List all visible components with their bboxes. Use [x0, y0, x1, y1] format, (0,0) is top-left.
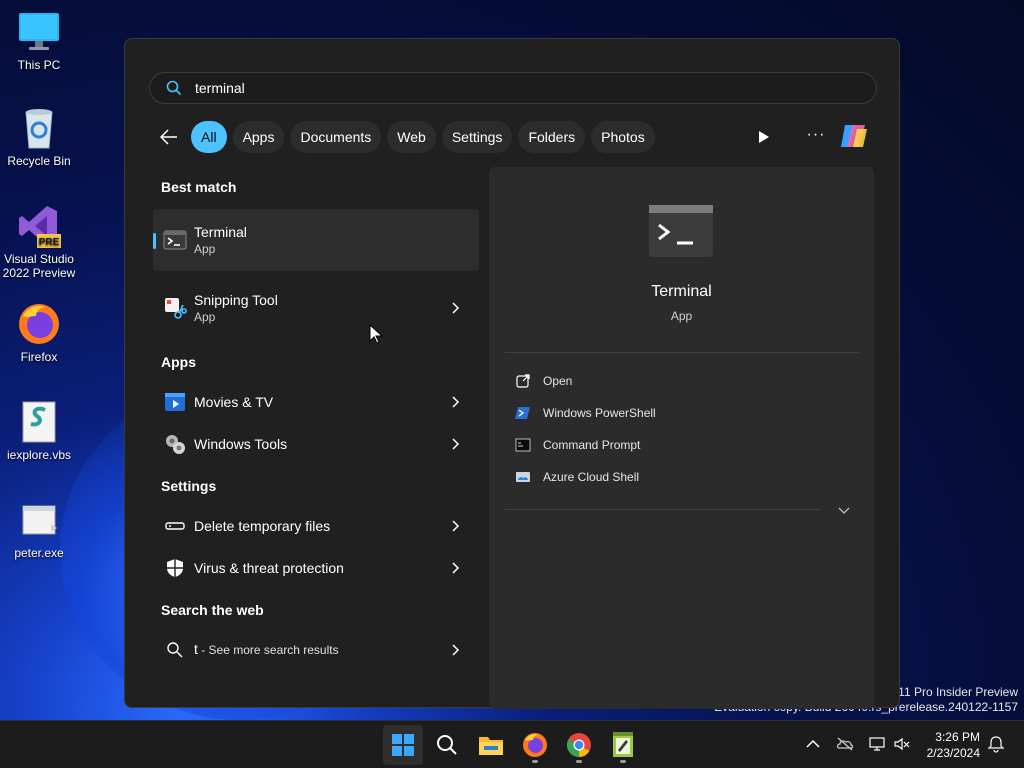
chevron-right-icon [452, 562, 460, 574]
desktop-icon-peter[interactable]: peter.exe [1, 498, 77, 560]
chevron-right-icon [452, 644, 460, 656]
copilot-icon[interactable] [837, 121, 871, 151]
desktop-icon-label: Firefox [20, 350, 58, 364]
running-indicator [532, 760, 538, 763]
search-box[interactable] [149, 72, 877, 104]
desktop-icon-recycle-bin[interactable]: Recycle Bin [1, 106, 77, 168]
open-external-icon [516, 374, 530, 388]
desktop-icon-label: Visual Studio 2022 Preview [2, 252, 76, 280]
volume-muted-icon[interactable] [893, 735, 911, 753]
chrome-icon [566, 733, 591, 757]
search-icon [167, 642, 183, 658]
search-web-heading: Search the web [161, 602, 264, 618]
notification-bell-icon[interactable] [987, 735, 1005, 753]
taskbar-firefox[interactable] [515, 725, 555, 765]
desktop-icon-label: iexplore.vbs [6, 448, 72, 462]
onedrive-icon[interactable] [836, 735, 854, 753]
recycle-bin-icon [17, 106, 61, 150]
desktop-icon-label: peter.exe [14, 546, 64, 560]
monitor-icon [17, 10, 61, 54]
search-input[interactable] [195, 80, 795, 96]
exe-file-icon [17, 498, 61, 542]
filter-folders[interactable]: Folders [518, 121, 586, 153]
filter-bar: All Apps Documents Web Settings Folders … [157, 121, 661, 153]
result-delete-temporary-files[interactable]: Delete temporary files [153, 506, 479, 546]
firefox-icon [523, 733, 547, 757]
result-windows-tools[interactable]: Windows Tools [153, 424, 479, 464]
taskbar-file-explorer[interactable] [471, 725, 511, 765]
mouse-cursor-icon [369, 324, 383, 344]
action-windows-powershell[interactable]: Windows PowerShell [515, 405, 656, 421]
taskbar-search-button[interactable] [427, 725, 467, 765]
action-azure-cloud-shell[interactable]: Azure Cloud Shell [515, 469, 639, 485]
running-indicator [620, 760, 626, 763]
powershell-icon [515, 407, 530, 419]
search-icon [166, 80, 182, 96]
taskbar: 3:26 PM 2/23/2024 [0, 720, 1024, 768]
desktop-icon-iexplore[interactable]: iexplore.vbs [1, 400, 77, 462]
play-icon[interactable] [753, 127, 773, 147]
snipping-tool-icon [165, 298, 187, 319]
result-movies-tv[interactable]: Movies & TV [153, 382, 479, 422]
detail-title: Terminal [651, 283, 712, 300]
firefox-icon [17, 302, 61, 346]
chevron-right-icon [452, 438, 460, 450]
detail-subtitle: App [670, 309, 693, 323]
result-snipping-tool[interactable]: Snipping Tool App [153, 277, 479, 339]
movies-tv-icon [165, 393, 185, 411]
command-prompt-icon [515, 438, 531, 452]
file-explorer-icon [479, 737, 503, 755]
filter-documents[interactable]: Documents [290, 121, 382, 153]
apps-heading: Apps [161, 354, 196, 370]
divider [505, 352, 859, 353]
filter-apps[interactable]: Apps [232, 121, 285, 153]
filter-all[interactable]: All [191, 121, 227, 153]
start-icon [392, 734, 414, 756]
divider [505, 509, 821, 510]
settings-heading: Settings [161, 478, 217, 494]
desktop-icon-visual-studio[interactable]: PRE Visual Studio 2022 Preview [1, 204, 77, 280]
terminal-icon [649, 205, 713, 257]
result-virus-threat-protection[interactable]: Virus & threat protection [153, 548, 479, 588]
svg-text:PRE: PRE [39, 237, 60, 248]
best-match-heading: Best match [161, 179, 237, 195]
chevron-down-icon[interactable] [837, 503, 851, 517]
visual-studio-icon: PRE [17, 204, 61, 248]
back-button[interactable] [157, 125, 181, 149]
action-command-prompt[interactable]: Command Prompt [515, 437, 640, 453]
chevron-right-icon [452, 302, 460, 314]
notepad-icon [613, 732, 633, 757]
result-terminal[interactable]: Terminal App [153, 209, 479, 271]
desktop-icon-this-pc[interactable]: This PC [1, 10, 77, 72]
chevron-up-icon[interactable] [804, 735, 822, 753]
chevron-right-icon [452, 520, 460, 532]
script-file-icon [17, 400, 61, 444]
chevron-right-icon [452, 396, 460, 408]
terminal-icon [163, 230, 187, 250]
filter-photos[interactable]: Photos [591, 121, 655, 153]
filter-web[interactable]: Web [387, 121, 436, 153]
desktop-icon-label: This PC [17, 58, 61, 72]
result-web-search[interactable]: t - See more search results [153, 630, 479, 670]
desktop-icon-label: Recycle Bin [7, 154, 71, 168]
start-button[interactable] [383, 725, 423, 765]
action-open[interactable]: Open [515, 373, 572, 389]
running-indicator [576, 760, 582, 763]
shield-icon [167, 559, 183, 577]
search-icon [437, 735, 457, 755]
azure-cloud-shell-icon [516, 472, 530, 482]
start-search-panel: All Apps Documents Web Settings Folders … [124, 38, 900, 709]
selection-indicator [153, 233, 156, 249]
taskbar-chrome[interactable] [559, 725, 599, 765]
system-clock[interactable]: 3:26 PM 2/23/2024 [916, 729, 980, 761]
more-options-button[interactable]: ··· [805, 127, 827, 147]
windows-tools-icon [166, 435, 185, 454]
taskbar-notepad[interactable] [603, 725, 643, 765]
back-arrow-icon [160, 129, 177, 145]
storage-icon [165, 522, 185, 530]
desktop-icon-firefox[interactable]: Firefox [1, 302, 77, 364]
detail-pane: Terminal App Open Windows PowerShell Com… [489, 167, 874, 709]
network-icon[interactable] [868, 735, 886, 753]
filter-settings[interactable]: Settings [441, 121, 513, 153]
